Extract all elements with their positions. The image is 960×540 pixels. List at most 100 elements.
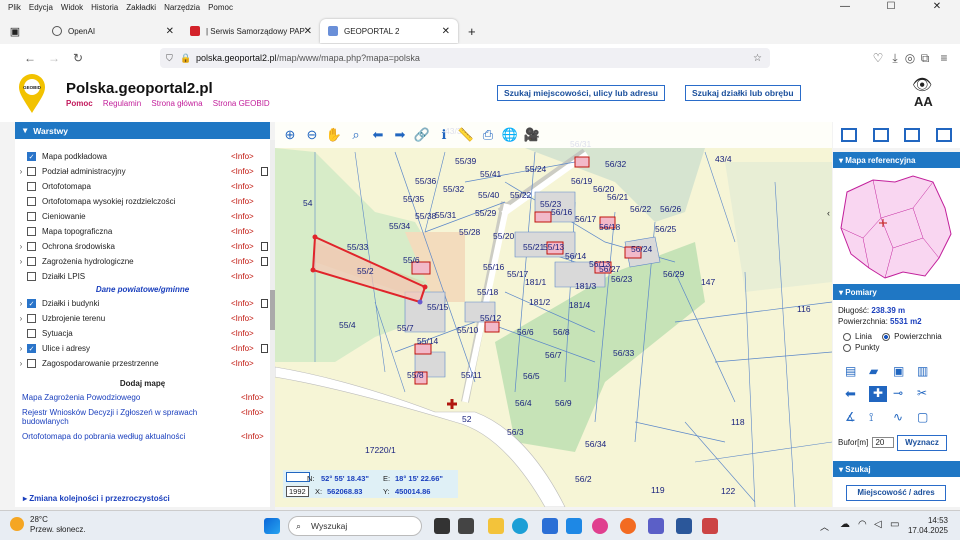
trash-icon[interactable]: ▥ (917, 364, 941, 378)
widgets-icon[interactable] (458, 518, 474, 534)
poland-outline[interactable] (833, 168, 960, 284)
menu-history[interactable]: Historia (91, 3, 118, 12)
layer-info-link[interactable]: <Info> (231, 329, 254, 338)
add-map-item[interactable]: Mapa Zagrożenia Powodziowego <Info> (15, 393, 270, 402)
wifi-icon[interactable]: ◠ (858, 519, 867, 530)
layer-info-link[interactable]: <Info> (231, 272, 254, 281)
store-icon[interactable] (542, 518, 558, 534)
zoom-in-icon[interactable]: ⊕ (279, 127, 301, 143)
eye-icon[interactable]: 👁 (912, 75, 932, 95)
layout-left-icon[interactable] (872, 128, 889, 142)
expand-arrow-icon[interactable]: › (15, 359, 27, 368)
close-tab-icon[interactable]: ✕ (166, 26, 174, 37)
reload-icon[interactable]: ↻ (66, 51, 90, 65)
measure-icon[interactable]: 📏 (455, 127, 477, 143)
legend-doc-icon[interactable] (261, 257, 268, 266)
layer-checkbox[interactable] (27, 182, 36, 191)
layer-checkbox[interactable] (27, 329, 36, 338)
save-icon[interactable]: ▣ (893, 364, 917, 378)
weather-widget[interactable]: 28°C Przew. słonecz. (10, 515, 86, 535)
ref-left-arrow-icon[interactable]: ‹ (827, 208, 830, 218)
tab-openai[interactable]: OpenAI ✕ (44, 19, 182, 43)
split-icon[interactable]: ⊸ (893, 386, 917, 402)
layer-info-link[interactable]: <Info> (231, 212, 254, 221)
fullscreen-icon[interactable] (936, 128, 953, 142)
link-terms[interactable]: Regulamin (103, 99, 141, 108)
expand-arrow-icon[interactable]: › (15, 167, 27, 176)
layout-top-icon[interactable] (840, 128, 857, 142)
tab-pap[interactable]: | Serwis Samorządowy PAP ✕ (182, 19, 320, 43)
edge-icon[interactable] (512, 518, 528, 534)
mode-area-radio[interactable] (882, 332, 891, 341)
polyline-icon[interactable]: ⟟ (869, 410, 893, 425)
map-view[interactable]: 43/356/3156/3243/455/3955/2456/2056/1955… (275, 122, 832, 507)
maximize-button[interactable]: ☐ (868, 0, 914, 14)
layer-checkbox[interactable]: ✓ (27, 344, 36, 353)
search-header[interactable]: ▾ Szukaj (833, 461, 960, 477)
layer-info-link[interactable]: <Info> (231, 242, 254, 251)
close-tab-icon[interactable]: ✕ (304, 26, 312, 37)
app-pink-icon[interactable] (592, 518, 608, 534)
close-button[interactable]: ✕ (914, 0, 960, 14)
layer-checkbox[interactable] (27, 359, 36, 368)
zoom-out-icon[interactable]: ⊖ (301, 127, 323, 143)
print-icon[interactable]: ⎙ (477, 127, 499, 143)
crs-select[interactable]: 1992 (286, 486, 309, 497)
menu-view[interactable]: Widok (61, 3, 83, 12)
close-tab-icon[interactable]: ✕ (442, 26, 450, 37)
link-home[interactable]: Strona główna (151, 99, 202, 108)
layer-info-link[interactable]: <Info> (231, 197, 254, 206)
scissors-icon[interactable]: ✂ (917, 386, 941, 402)
start-icon[interactable] (264, 518, 280, 534)
forward-icon[interactable]: → (42, 51, 66, 65)
word-icon[interactable] (676, 518, 692, 534)
add-map-item[interactable]: Ortofotomapa do pobrania według aktualno… (15, 432, 270, 441)
legend-doc-icon[interactable] (261, 299, 268, 308)
menu-bookmarks[interactable]: Zakładki (126, 3, 156, 12)
mode-points-radio[interactable] (843, 343, 851, 352)
layer-checkbox[interactable]: ✓ (27, 152, 36, 161)
change-order-link[interactable]: ▸ Zmiana kolejności i przezroczystości (15, 494, 170, 503)
volume-icon[interactable]: ◁ (874, 519, 882, 530)
link-geobid[interactable]: Strona GEOBID (213, 99, 270, 108)
pan-hand-icon[interactable]: ✋ (323, 127, 345, 143)
address-bar[interactable]: ⛉ 🔒 polska.geoportal2.pl/map/www/mapa.ph… (160, 48, 770, 68)
layer-info-link[interactable]: <Info> (231, 299, 254, 308)
link-icon[interactable]: 🔗 (411, 127, 433, 143)
expand-arrow-icon[interactable]: › (15, 314, 27, 323)
snipping-icon[interactable] (702, 518, 718, 534)
expand-arrow-icon[interactable]: › (15, 299, 27, 308)
layer-info-link[interactable]: <Info> (231, 152, 254, 161)
firefox-icon[interactable] (620, 518, 636, 534)
search-address-button[interactable]: Miejscowość / adres (846, 485, 946, 501)
legend-doc-icon[interactable] (261, 167, 268, 176)
cloud-icon[interactable]: ☁ (840, 519, 850, 530)
expand-arrow-icon[interactable]: › (15, 242, 27, 251)
camera-icon[interactable]: 🎥 (521, 127, 543, 143)
layer-checkbox[interactable] (27, 272, 36, 281)
layer-info-link[interactable]: <Info> (231, 167, 254, 176)
layer-info-link[interactable]: <Info> (231, 227, 254, 236)
font-size-button[interactable]: AA (914, 94, 933, 109)
star-icon[interactable]: ☆ (753, 53, 762, 64)
info-icon[interactable]: ℹ (433, 127, 455, 143)
next-view-icon[interactable]: ➡ (389, 127, 411, 143)
new-tab-button[interactable]: + (468, 24, 476, 39)
layer-checkbox[interactable] (27, 227, 36, 236)
layer-checkbox[interactable]: ✓ (27, 299, 36, 308)
map-canvas[interactable]: 43/356/3156/3243/455/3955/2456/2056/1955… (275, 122, 832, 507)
add-map-info-link[interactable]: <Info> (241, 393, 264, 402)
layers-header[interactable]: ▾ Warstwy (15, 122, 270, 139)
menu-edit[interactable]: Edycja (29, 3, 53, 12)
globe-icon[interactable]: 🌐 (499, 127, 521, 143)
menu-icon[interactable]: ≡ (932, 51, 956, 65)
mode-line-radio[interactable] (843, 332, 851, 341)
layout-right-icon[interactable] (904, 128, 921, 142)
arrow-left-icon[interactable]: ⬅ (845, 386, 869, 402)
back-icon[interactable]: ← (18, 51, 42, 65)
legend-doc-icon[interactable] (261, 344, 268, 353)
layer-checkbox[interactable] (27, 314, 36, 323)
app-blue-icon[interactable] (566, 518, 582, 534)
layer-checkbox[interactable] (27, 197, 36, 206)
link-help[interactable]: Pomoc (66, 99, 93, 108)
